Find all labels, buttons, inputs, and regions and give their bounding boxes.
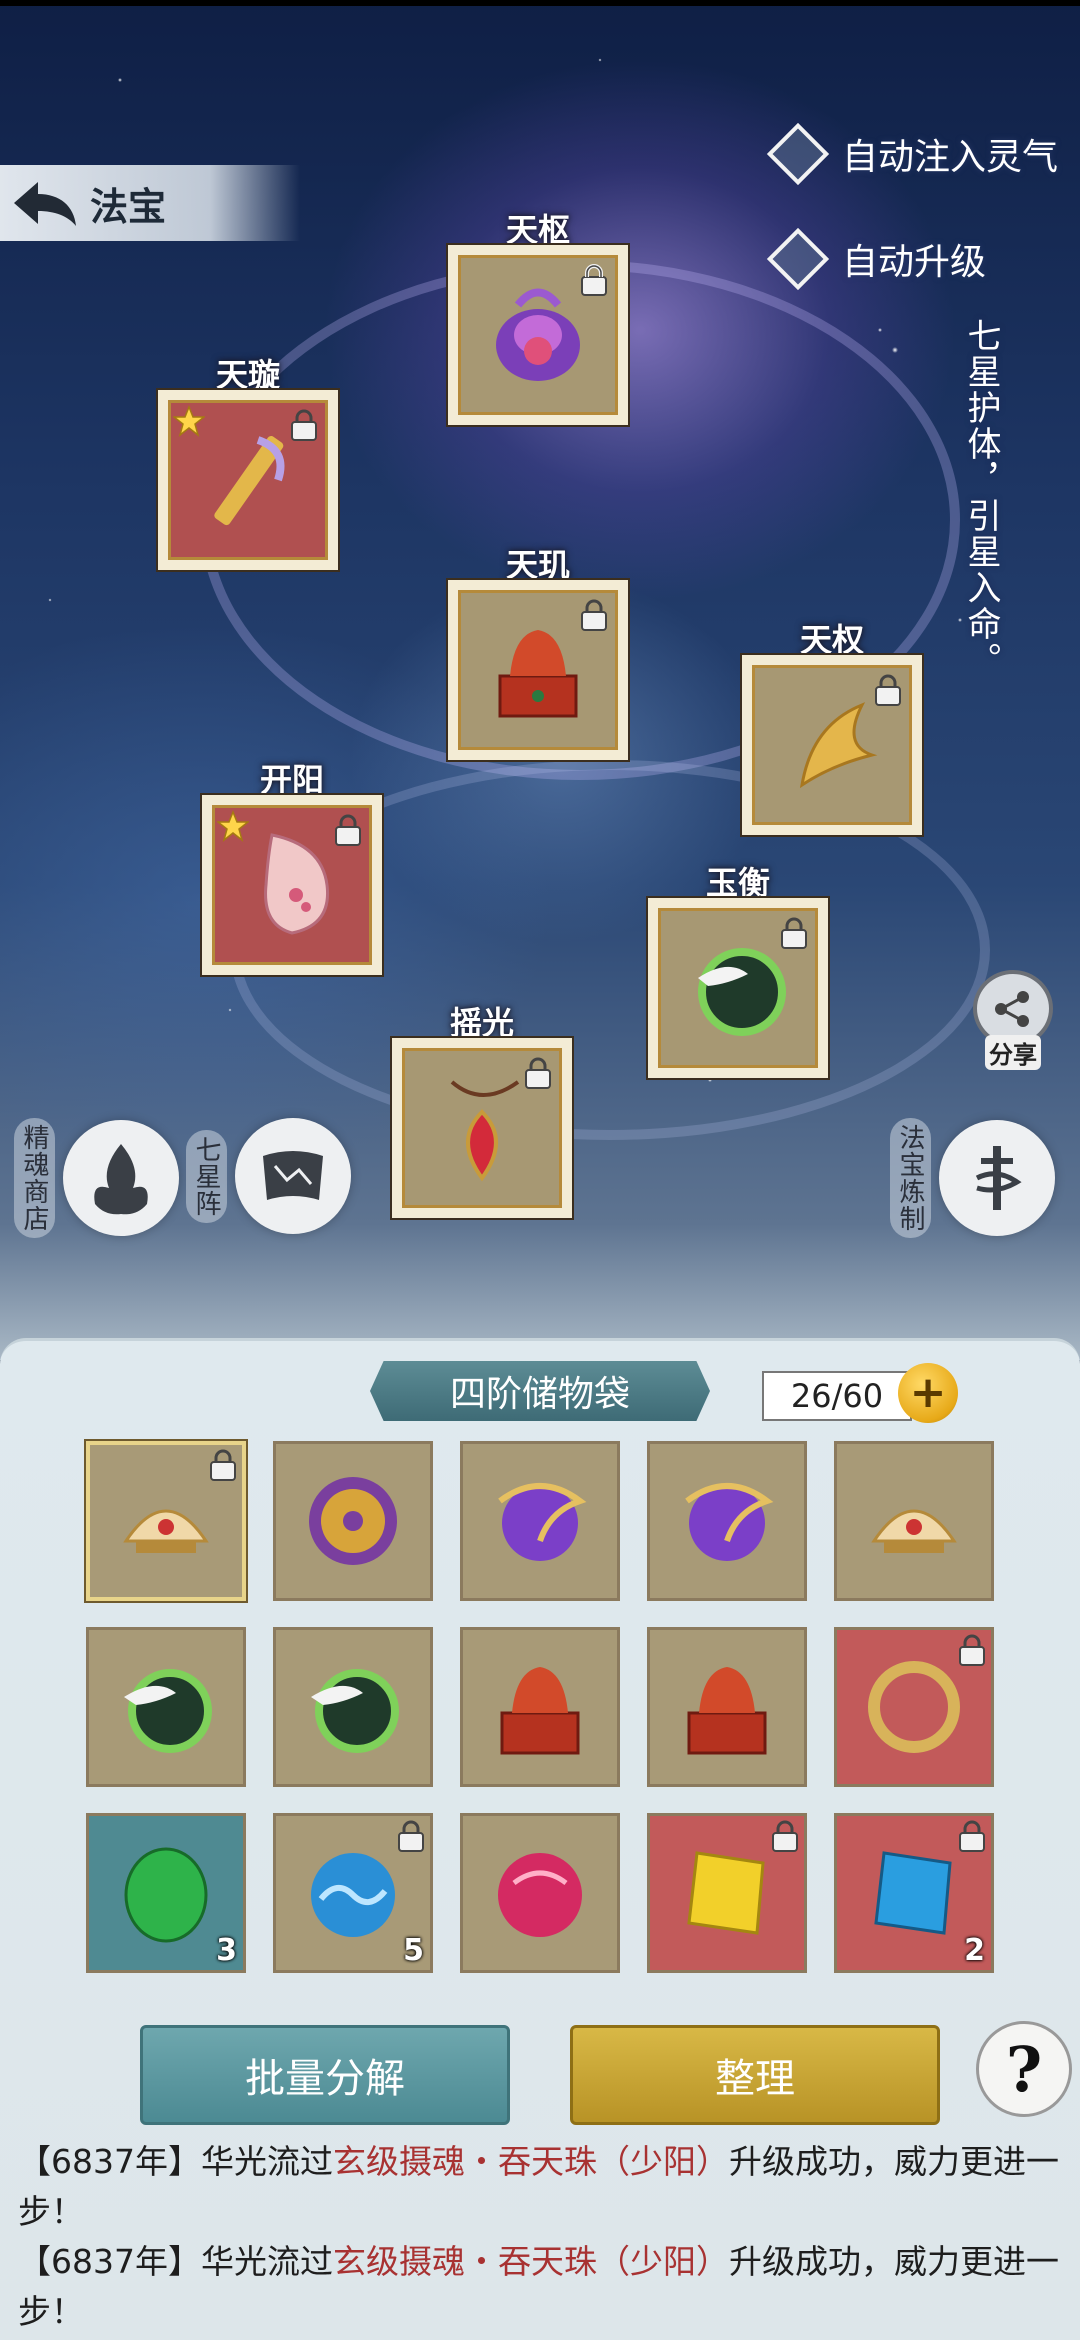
log-item-name[interactable]: 玄级摄魂・吞天珠（少阳） [333,2142,729,2181]
bag-slot[interactable] [273,1441,433,1601]
red-dragon-seal-icon [687,1667,767,1755]
back-button[interactable] [0,165,90,241]
lock-icon [291,409,317,441]
checkbox-diamond-icon [766,122,830,186]
scroll-map-icon [235,1118,351,1234]
seven-star-array-label: 七星阵 [186,1129,227,1223]
slot-name: 天枢 [505,211,570,249]
batch-decompose-button[interactable]: 批量分解 [140,2025,510,2125]
item-count: 3 [216,1933,237,1968]
log-entry: 【6837年】华光流过玄级摄魂・吞天珠（少阳）升级成功，威力更进一步！ [18,2237,1068,2337]
bag-slot[interactable] [834,1441,994,1601]
slot-tianxuan[interactable]: 天璇 [156,350,340,572]
slot-yuheng[interactable]: 玉衡 [646,858,830,1080]
share-button[interactable]: 分享 [970,970,1056,1070]
log-entry: 【6837年】华光流过玄级摄魂・吞天珠（少阳）升级成功，威力更进一步！ [18,2137,1068,2237]
red-dragon-seal-icon [500,1667,580,1755]
help-button[interactable]: ? [976,2021,1072,2117]
lock-icon [335,814,361,846]
toggle-label: 自动升级 [842,242,987,283]
page-title: 法宝 [90,184,167,229]
lock-icon [581,264,607,296]
spirit-shop-button[interactable]: 精魂商店 [14,1118,179,1238]
sort-button[interactable]: 整理 [570,2025,940,2125]
lock-icon [781,917,807,949]
slot-name: 天玑 [505,546,570,584]
log-item-name[interactable]: 玄级摄魂・吞天珠（少阳） [333,2242,729,2281]
slot-name: 天璇 [215,356,280,394]
bag-slot[interactable] [273,1627,433,1787]
slot-name: 天权 [799,621,864,659]
slot-name: 玉衡 [705,864,770,902]
share-label: 分享 [985,1035,1041,1070]
purple-dragon-orb-icon [685,1483,774,1561]
status-bar [0,0,1080,6]
bag-slot[interactable] [647,1627,807,1787]
lock-icon [959,1634,985,1666]
bag-title: 四阶储物袋 [449,1374,630,1415]
auto-inject-toggle[interactable]: 自动注入灵气 [766,122,1059,186]
refine-treasure-button[interactable]: 法宝炼制 [890,1118,1055,1238]
slot-tianji[interactable]: 天玑 [446,540,630,762]
crane-jade-orb-icon [311,1669,399,1753]
lock-icon [875,674,901,706]
star-icon [173,405,205,437]
item-count: 5 [403,1933,424,1968]
lock-icon [959,1820,985,1852]
item-count: 2 [964,1933,985,1968]
bag-slot[interactable]: 5 [273,1813,433,1973]
lock-icon [210,1449,236,1481]
bag-slot[interactable] [460,1627,620,1787]
green-jade-egg-icon [124,1847,208,1943]
motto-text: 七星护体，引星入命。 [961,318,1001,678]
blue-crystal-icon [874,1851,952,1935]
slot-name: 摇光 [449,1004,514,1042]
flame-icon [63,1120,179,1236]
bag-slot[interactable]: 3 [86,1813,246,1973]
bag-capacity: 26/60 [762,1371,912,1421]
purple-dragon-orb-icon [498,1483,587,1561]
expand-bag-button[interactable]: + [898,1363,958,1423]
lock-icon [525,1057,551,1089]
refine-treasure-label: 法宝炼制 [890,1118,931,1238]
lock-icon [581,599,607,631]
bag-slot[interactable] [86,1441,246,1601]
log-prefix: 【6837年】华光流过 [18,2142,333,2181]
slot-kaiyang[interactable]: 开阳 [200,755,384,977]
blue-wave-pearl-icon [311,1853,395,1937]
lock-icon [772,1820,798,1852]
bag-title-banner: 四阶储物袋 [370,1361,710,1421]
spirit-shop-label: 精魂商店 [14,1118,55,1238]
lock-icon [398,1820,424,1852]
page-header: 法宝 [0,165,300,241]
slot-tianshu[interactable]: 天枢 [446,205,630,427]
log-prefix: 【6837年】华光流过 [18,2242,333,2281]
crimson-pearl-icon [498,1853,582,1937]
purple-jade-disc-icon [309,1477,397,1565]
storage-panel: 四阶储物袋 26/60 + 352 批量分解 整理 ? 【6837年】华光流过玄… [0,1338,1080,2340]
golden-lotus-crown-icon [871,1509,957,1553]
slot-yaoguang[interactable]: 摇光 [390,998,574,1220]
auto-upgrade-toggle[interactable]: 自动升级 [766,227,987,291]
yellow-crystal-icon [687,1851,765,1935]
bag-slot[interactable] [460,1813,620,1973]
checkbox-diamond-icon [766,227,830,291]
bag-slot[interactable]: 2 [834,1813,994,1973]
event-log: 【6837年】华光流过玄级摄魂・吞天珠（少阳）升级成功，威力更进一步！ 【683… [18,2137,1068,2337]
slot-name: 开阳 [259,761,324,799]
back-arrow-icon [14,182,76,226]
slot-tianquan[interactable]: 天权 [740,615,924,837]
bag-slot[interactable] [647,1813,807,1973]
bag-slot[interactable] [834,1627,994,1787]
bag-slot[interactable] [460,1441,620,1601]
toggle-label: 自动注入灵气 [842,137,1059,178]
star-icon [217,810,249,842]
seven-star-array-button[interactable]: 七星阵 [186,1118,351,1234]
crane-jade-orb-icon [124,1669,212,1753]
bag-slot[interactable] [647,1441,807,1601]
golden-ring-icon [868,1661,960,1753]
sword-serpent-icon [939,1120,1055,1236]
bag-slot[interactable] [86,1627,246,1787]
